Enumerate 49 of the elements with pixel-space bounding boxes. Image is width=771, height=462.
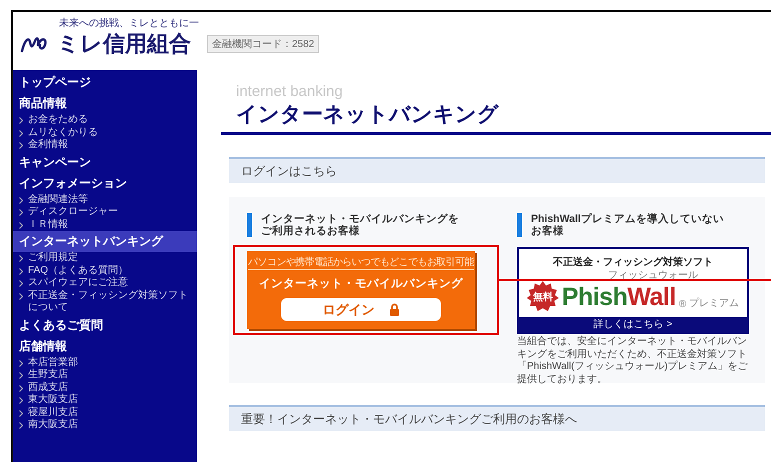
sidebar-link[interactable]: 南大阪支店 <box>28 419 84 432</box>
brand-mark: ® <box>678 299 686 310</box>
sidebar-link[interactable]: 不正送金・フィッシング対策ソフトについて <box>28 290 197 314</box>
column-heading: PhishWallプレミアムを導入していない <box>531 213 724 225</box>
brand-suffix: プレミアム <box>689 296 740 310</box>
sidebar-link[interactable]: お金をためる <box>28 114 94 126</box>
sidebar-link[interactable]: ムリなくかりる <box>28 126 104 139</box>
sidebar-link[interactable]: 生野支店 <box>28 369 74 382</box>
column-heading: インターネット・モバイルバンキングを <box>261 213 459 225</box>
sidebar-heading[interactable]: 店舗情報 <box>13 336 197 356</box>
logo-text[interactable]: ミレ信用組合 <box>57 31 191 57</box>
heading-accent-bar <box>247 213 252 237</box>
sidebar-link[interactable]: 金利情報 <box>28 139 74 152</box>
sidebar-link[interactable]: 西成支店 <box>28 382 74 394</box>
heading-accent-bar <box>517 213 522 237</box>
section-heading: ログインはこちら <box>229 157 765 183</box>
sidebar-link[interactable]: 金融関連法等 <box>28 194 94 206</box>
page-title: インターネットバンキング <box>221 100 771 135</box>
details-link[interactable]: 詳しくはこちら > <box>519 317 747 332</box>
sidebar-heading[interactable]: トップページ <box>13 72 197 93</box>
tagline: 未来への挑戦、ミレとともに一 <box>59 18 199 29</box>
banner-caption: 不正送金・フィッシング対策ソフト <box>553 255 713 269</box>
sidebar-link[interactable]: スパイウェアにご注意 <box>28 277 134 290</box>
description-text: 当組合では、安全にインターネット・モバイルバンキングをご利用いただくため、不正送金対策ソフト「PhishWall(フィッシュウォール)プレミアム」をご提供しております。 <box>517 336 749 386</box>
section-heading: 重要！インターネット・モバイルバンキングご利用のお客様へ <box>229 405 765 431</box>
sidebar-link[interactable]: ディスクロージャー <box>28 206 124 218</box>
brand-reading: フィッシュウォール <box>608 271 698 281</box>
banner-caption: パソコンや携帯電話からいつでもどこでもお取引可能 <box>248 256 474 270</box>
bank-code-label: 金融機関コード：2582 <box>207 35 320 53</box>
sidebar-link[interactable]: FAQ（よくある質問） <box>28 264 134 277</box>
sidebar-heading[interactable]: インフォメーション <box>13 172 197 194</box>
lock-icon <box>388 303 400 316</box>
sidebar-link[interactable]: 東大阪支店 <box>28 394 84 406</box>
sidebar-heading[interactable]: キャンペーン <box>13 152 197 172</box>
free-badge: 無料 <box>526 281 559 313</box>
sidebar-heading[interactable]: インターネットバンキング <box>13 231 197 252</box>
login-button[interactable]: ログイン <box>281 298 441 321</box>
column-heading: ご利用されるお客様 <box>261 225 360 237</box>
column-heading: お客様 <box>531 225 564 237</box>
sidebar-link[interactable]: 寝屋川支店 <box>28 406 84 419</box>
sidebar-heading[interactable]: よくあるご質問 <box>13 314 197 336</box>
phishwall-banner[interactable]: 不正送金・フィッシング対策ソフト フィッシュウォール 無料 PhishWall® プレミアム 詳しくはこちら > <box>517 247 749 334</box>
sidebar-link[interactable]: 本店営業部 <box>28 356 84 369</box>
brand-name: PhishWall <box>562 283 676 311</box>
banner-title: インターネット・モバイルバンキング <box>259 276 463 291</box>
sidebar-heading[interactable]: 商品情報 <box>13 93 197 114</box>
login-banner[interactable]: パソコンや携帯電話からいつでもどこでもお取引可能 インターネット・モバイルバンキング ログイン <box>247 251 475 329</box>
sidebar-link[interactable]: ご利用規定 <box>28 252 84 264</box>
sidebar-link[interactable]: ＩＲ情報 <box>28 218 74 231</box>
